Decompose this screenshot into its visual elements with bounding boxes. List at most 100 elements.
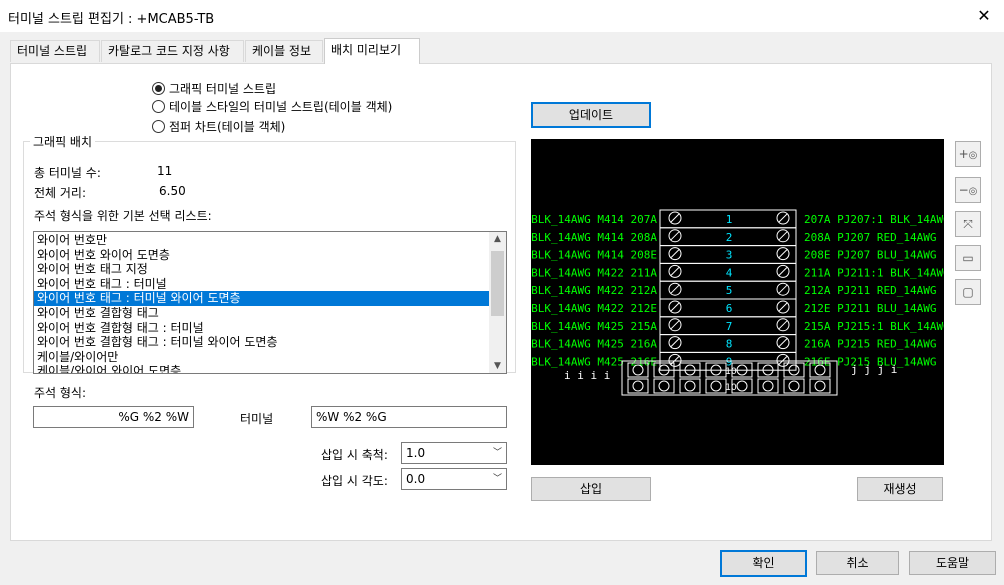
cancel-button[interactable]: 취소	[816, 551, 899, 575]
radio-indicator	[152, 81, 165, 95]
screw-slot	[670, 213, 680, 223]
list-item[interactable]: 케이블/와이어만	[34, 350, 506, 365]
screw-slot	[778, 249, 788, 258]
help-button[interactable]: 도움말	[909, 551, 996, 575]
zoom-previous-icon[interactable]: ▢	[955, 279, 981, 305]
scroll-up-icon[interactable]: ▲	[489, 232, 506, 246]
wire-left-text: BLK_14AWG M422 212E	[531, 302, 657, 315]
screw-slot	[670, 338, 680, 347]
screw-slot	[670, 249, 680, 258]
radio-label: 점퍼 차트(테이블 객체)	[169, 119, 286, 134]
wire-right-text: 208E PJ207 BLU_14AWG	[804, 249, 936, 262]
scroll-down-icon[interactable]: ▼	[489, 359, 506, 373]
regen-button[interactable]: 재생성	[857, 477, 943, 501]
wire-right-text: 212A PJ211 RED_14AWG	[804, 284, 936, 297]
list-item[interactable]: 와이어 번호 결합형 태그	[34, 306, 506, 321]
screw-slot	[778, 302, 788, 312]
list-item[interactable]: 와이어 번호 결합형 태그 : 터미널	[34, 321, 506, 336]
wire-left-text: BLK_14AWG M422 211A	[531, 266, 657, 279]
wire-left-text: BLK_14AWG M425 216E	[531, 355, 657, 368]
wire-left-text: BLK_14AWG M414 207A	[531, 213, 657, 226]
jumper-screw-icon	[710, 380, 722, 392]
radio-indicator	[152, 99, 165, 113]
radio-label: 그래픽 터미널 스트립	[169, 81, 276, 96]
scale-label: 삽입 시 축척:	[321, 448, 388, 462]
annotation-format-list[interactable]: 와이어 번호만 와이어 번호 와이어 도면층 와이어 번호 태그 지정 와이어 번호 …	[33, 231, 507, 374]
preview-canvas[interactable]: BLK_14AWG M414 207A 1 207A PJ207:1 BLK_14A…	[531, 139, 944, 465]
tab-catalog-code[interactable]: 카탈로그 코드 지정 사항	[101, 40, 244, 62]
list-item[interactable]: 와이어 번호만	[34, 233, 506, 248]
zoom-in-icon[interactable]: +◎	[955, 141, 981, 167]
window-title: 터미널 스트립 편집기 : +MCAB5-TB	[8, 12, 215, 27]
annotation-mid-label: 터미널	[240, 412, 274, 426]
terminal-number: 4	[726, 266, 733, 279]
list-item[interactable]: 와이어 번호 태그 : 터미널	[34, 277, 506, 292]
wire-left-text: BLK_14AWG M425 215A	[531, 320, 657, 333]
screw-slot	[778, 338, 788, 347]
list-item[interactable]: 와이어 번호 결합형 태그 : 터미널 와이어 도면층	[34, 335, 506, 350]
angle-combo[interactable]: 0.0 ﹀	[401, 468, 507, 490]
radio-table-strip[interactable]: 테이블 스타일의 터미널 스트립(테이블 객체)	[152, 97, 392, 115]
wire-right-text: 212E PJ211 BLU_14AWG	[804, 302, 936, 315]
close-button[interactable]: ✕	[964, 0, 1004, 32]
terminal-number: 7	[726, 320, 733, 333]
list-item[interactable]: 케이블/와이어 와이어 도면층	[34, 364, 506, 373]
jumper-screw-icon	[684, 380, 696, 392]
jumper-screw-icon	[788, 380, 800, 392]
screw-slot	[670, 302, 680, 312]
chevron-down-icon: ﹀	[492, 448, 502, 458]
tab-layout-preview[interactable]: 배치 미리보기	[324, 38, 420, 64]
terminal-number: 3	[726, 249, 733, 262]
screw-slot	[778, 320, 788, 330]
jumper-number: 10	[725, 383, 737, 393]
annotation-left-input[interactable]: %G %2 %W	[33, 406, 194, 428]
wire-left-text: BLK_14AWG M414 208A	[531, 231, 657, 244]
insert-button[interactable]: 삽입	[531, 477, 651, 501]
wire-right-text: 207A PJ207:1 BLK_14AWG	[804, 213, 944, 226]
zoom-out-icon[interactable]: −◎	[955, 177, 981, 203]
zoom-window-icon[interactable]: ▭	[955, 245, 981, 271]
wire-left-text: BLK_14AWG M414 208E	[531, 249, 657, 262]
ok-button[interactable]: 확인	[720, 550, 807, 577]
total-terminals-label: 총 터미널 수:	[34, 166, 101, 180]
zoom-extents-icon[interactable]: ⤧	[955, 211, 981, 237]
jumper-screw-icon	[814, 380, 826, 392]
jumper-screw-icon	[658, 380, 670, 392]
terminal-strip-drawing: BLK_14AWG M414 207A 1 207A PJ207:1 BLK_14A…	[531, 209, 944, 396]
screw-slot	[670, 267, 680, 276]
format-list-label: 주석 형식을 위한 기본 선택 리스트:	[34, 209, 212, 223]
wire-right-text: 211A PJ211:1 BLK_14AWG	[804, 266, 944, 279]
annotation-format-label: 주석 형식:	[34, 386, 87, 400]
radio-jumper-chart[interactable]: 점퍼 차트(테이블 객체)	[152, 117, 285, 135]
total-distance-label: 전체 거리:	[34, 186, 87, 200]
list-item[interactable]: 와이어 번호 태그 지정	[34, 262, 506, 277]
radio-graphic-strip[interactable]: 그래픽 터미널 스트립	[152, 79, 276, 97]
jumper-left-text: i i i i	[564, 369, 610, 382]
jumper-screw-icon	[632, 380, 644, 392]
jumper-right-text: j j j i	[851, 363, 897, 376]
terminal-number: 1	[726, 213, 733, 226]
chevron-down-icon: ﹀	[492, 474, 502, 484]
terminal-number: 2	[726, 231, 733, 244]
screw-slot	[778, 267, 788, 276]
scroll-thumb[interactable]	[491, 251, 504, 316]
scale-combo[interactable]: 1.0 ﹀	[401, 442, 507, 464]
tab-terminal-strip[interactable]: 터미널 스트립	[10, 40, 100, 62]
screw-slot	[778, 231, 788, 241]
angle-value: 0.0	[406, 472, 426, 486]
radio-indicator	[152, 119, 165, 133]
wire-right-text: 208A PJ207 RED_14AWG	[804, 231, 936, 244]
wire-right-text: 215A PJ215:1 BLK_14AWG	[804, 320, 944, 333]
tab-cable-info[interactable]: 케이블 정보	[245, 40, 323, 62]
list-item[interactable]: 와이어 번호 와이어 도면층	[34, 248, 506, 263]
group-legend: 그래픽 배치	[30, 133, 96, 150]
screw-slot	[670, 231, 680, 241]
screw-slot	[670, 284, 680, 294]
annotation-right-input[interactable]: %W %2 %G	[311, 406, 507, 428]
list-scrollbar[interactable]: ▲ ▼	[489, 232, 506, 373]
terminal-number: 6	[726, 302, 733, 315]
list-item[interactable]: 와이어 번호 태그 : 터미널 와이어 도면층	[34, 291, 506, 306]
total-distance-value: 6.50	[159, 184, 186, 198]
wire-right-text: 216A PJ215 RED_14AWG	[804, 338, 936, 351]
update-button[interactable]: 업데이트	[531, 102, 651, 128]
